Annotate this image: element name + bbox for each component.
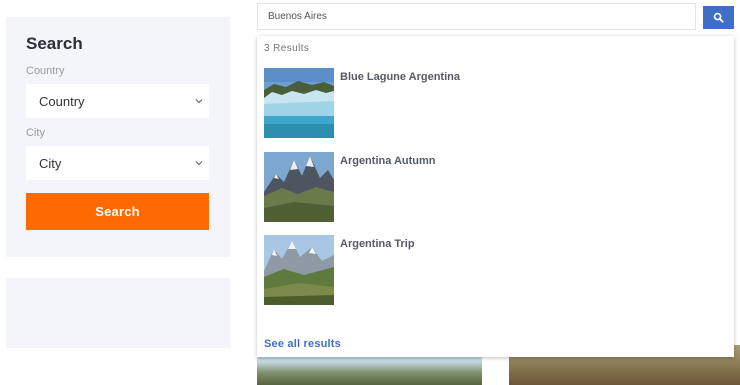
mountain-peaks-photo [264,152,334,222]
see-all-results-link[interactable]: See all results [264,338,341,350]
city-select-value: City [39,155,62,171]
country-select[interactable]: Country [26,84,209,118]
result-title: Argentina Autumn [340,155,436,167]
results-count: 3 Results [264,43,310,54]
country-select-value: Country [39,93,85,109]
search-icon [713,12,724,23]
chevron-down-icon [195,161,203,166]
city-label: City [26,127,45,139]
search-results-dropdown: 3 Results Blue Lagune Argentina Argentin… [257,36,734,357]
city-select[interactable]: City [26,146,209,180]
top-search-button[interactable] [703,6,734,29]
search-input[interactable]: Buenos Aires [257,3,696,30]
country-label: Country [26,65,65,77]
result-item[interactable]: Argentina Trip [264,235,724,305]
search-panel: Search Country Country City City Search [6,17,230,257]
mountain-valley-photo [264,235,334,305]
search-button[interactable]: Search [26,193,209,230]
result-item[interactable]: Blue Lagune Argentina [264,68,724,138]
glacier-photo [264,68,334,138]
result-item[interactable]: Argentina Autumn [264,152,724,222]
secondary-panel [6,278,230,348]
search-panel-title: Search [26,34,83,53]
result-title: Blue Lagune Argentina [340,71,460,83]
result-title: Argentina Trip [340,238,415,250]
chevron-down-icon [195,99,203,104]
